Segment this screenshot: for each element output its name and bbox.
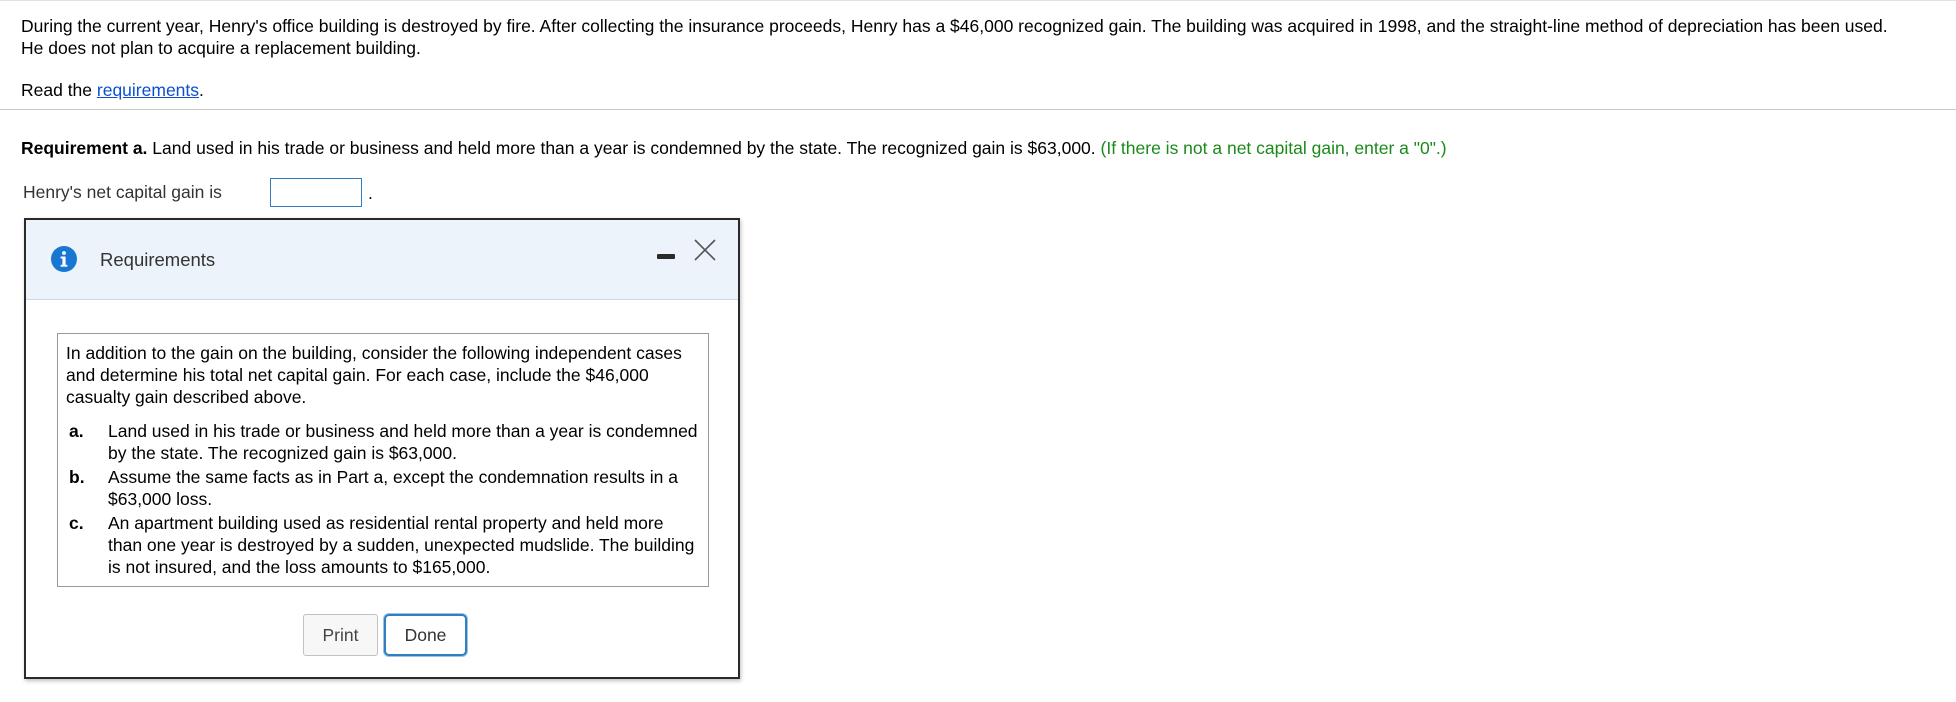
case-item: c. An apartment building used as residen… bbox=[66, 512, 700, 578]
requirements-intro: In addition to the gain on the building,… bbox=[66, 343, 682, 407]
info-icon bbox=[51, 246, 77, 272]
answer-label: Henry's net capital gain is bbox=[23, 182, 222, 202]
requirements-dialog: Requirements In addition to the gain on … bbox=[24, 218, 740, 679]
dialog-header: Requirements bbox=[26, 220, 738, 300]
section-divider bbox=[0, 109, 1956, 110]
read-prefix: Read the bbox=[21, 80, 97, 100]
close-icon[interactable] bbox=[692, 237, 718, 263]
requirements-content: In addition to the gain on the building,… bbox=[57, 333, 709, 587]
requirement-a-hint: (If there is not a net capital gain, ent… bbox=[1100, 138, 1447, 158]
case-letter: a. bbox=[69, 421, 84, 441]
requirement-a-text: Land used in his trade or business and h… bbox=[147, 138, 1101, 158]
read-suffix: . bbox=[199, 80, 204, 100]
requirements-link[interactable]: requirements bbox=[97, 80, 199, 100]
minimize-icon[interactable] bbox=[655, 247, 677, 263]
read-requirements-line: Read the requirements. bbox=[21, 79, 204, 101]
top-rule bbox=[0, 0, 1956, 1]
requirement-a-prompt: Requirement a. Land used in his trade or… bbox=[21, 137, 1447, 159]
print-button[interactable]: Print bbox=[303, 614, 378, 656]
case-text: An apartment building used as residentia… bbox=[108, 513, 695, 577]
case-text: Land used in his trade or business and h… bbox=[108, 421, 698, 463]
answer-suffix: . bbox=[368, 183, 373, 203]
case-letter: c. bbox=[69, 513, 84, 533]
dialog-title: Requirements bbox=[100, 249, 216, 270]
problem-intro-line2: He does not plan to acquire a replacemen… bbox=[21, 38, 421, 58]
problem-intro-line1: During the current year, Henry's office … bbox=[21, 16, 1888, 36]
problem-intro: During the current year, Henry's office … bbox=[21, 15, 1951, 59]
case-letter: b. bbox=[69, 467, 85, 487]
case-text: Assume the same facts as in Part a, exce… bbox=[108, 467, 679, 509]
done-button[interactable]: Done bbox=[384, 614, 467, 656]
case-item: b. Assume the same facts as in Part a, e… bbox=[66, 466, 700, 510]
requirement-a-label: Requirement a. bbox=[21, 138, 148, 158]
case-item: a. Land used in his trade or business an… bbox=[66, 420, 700, 464]
net-capital-gain-input[interactable] bbox=[270, 178, 362, 207]
